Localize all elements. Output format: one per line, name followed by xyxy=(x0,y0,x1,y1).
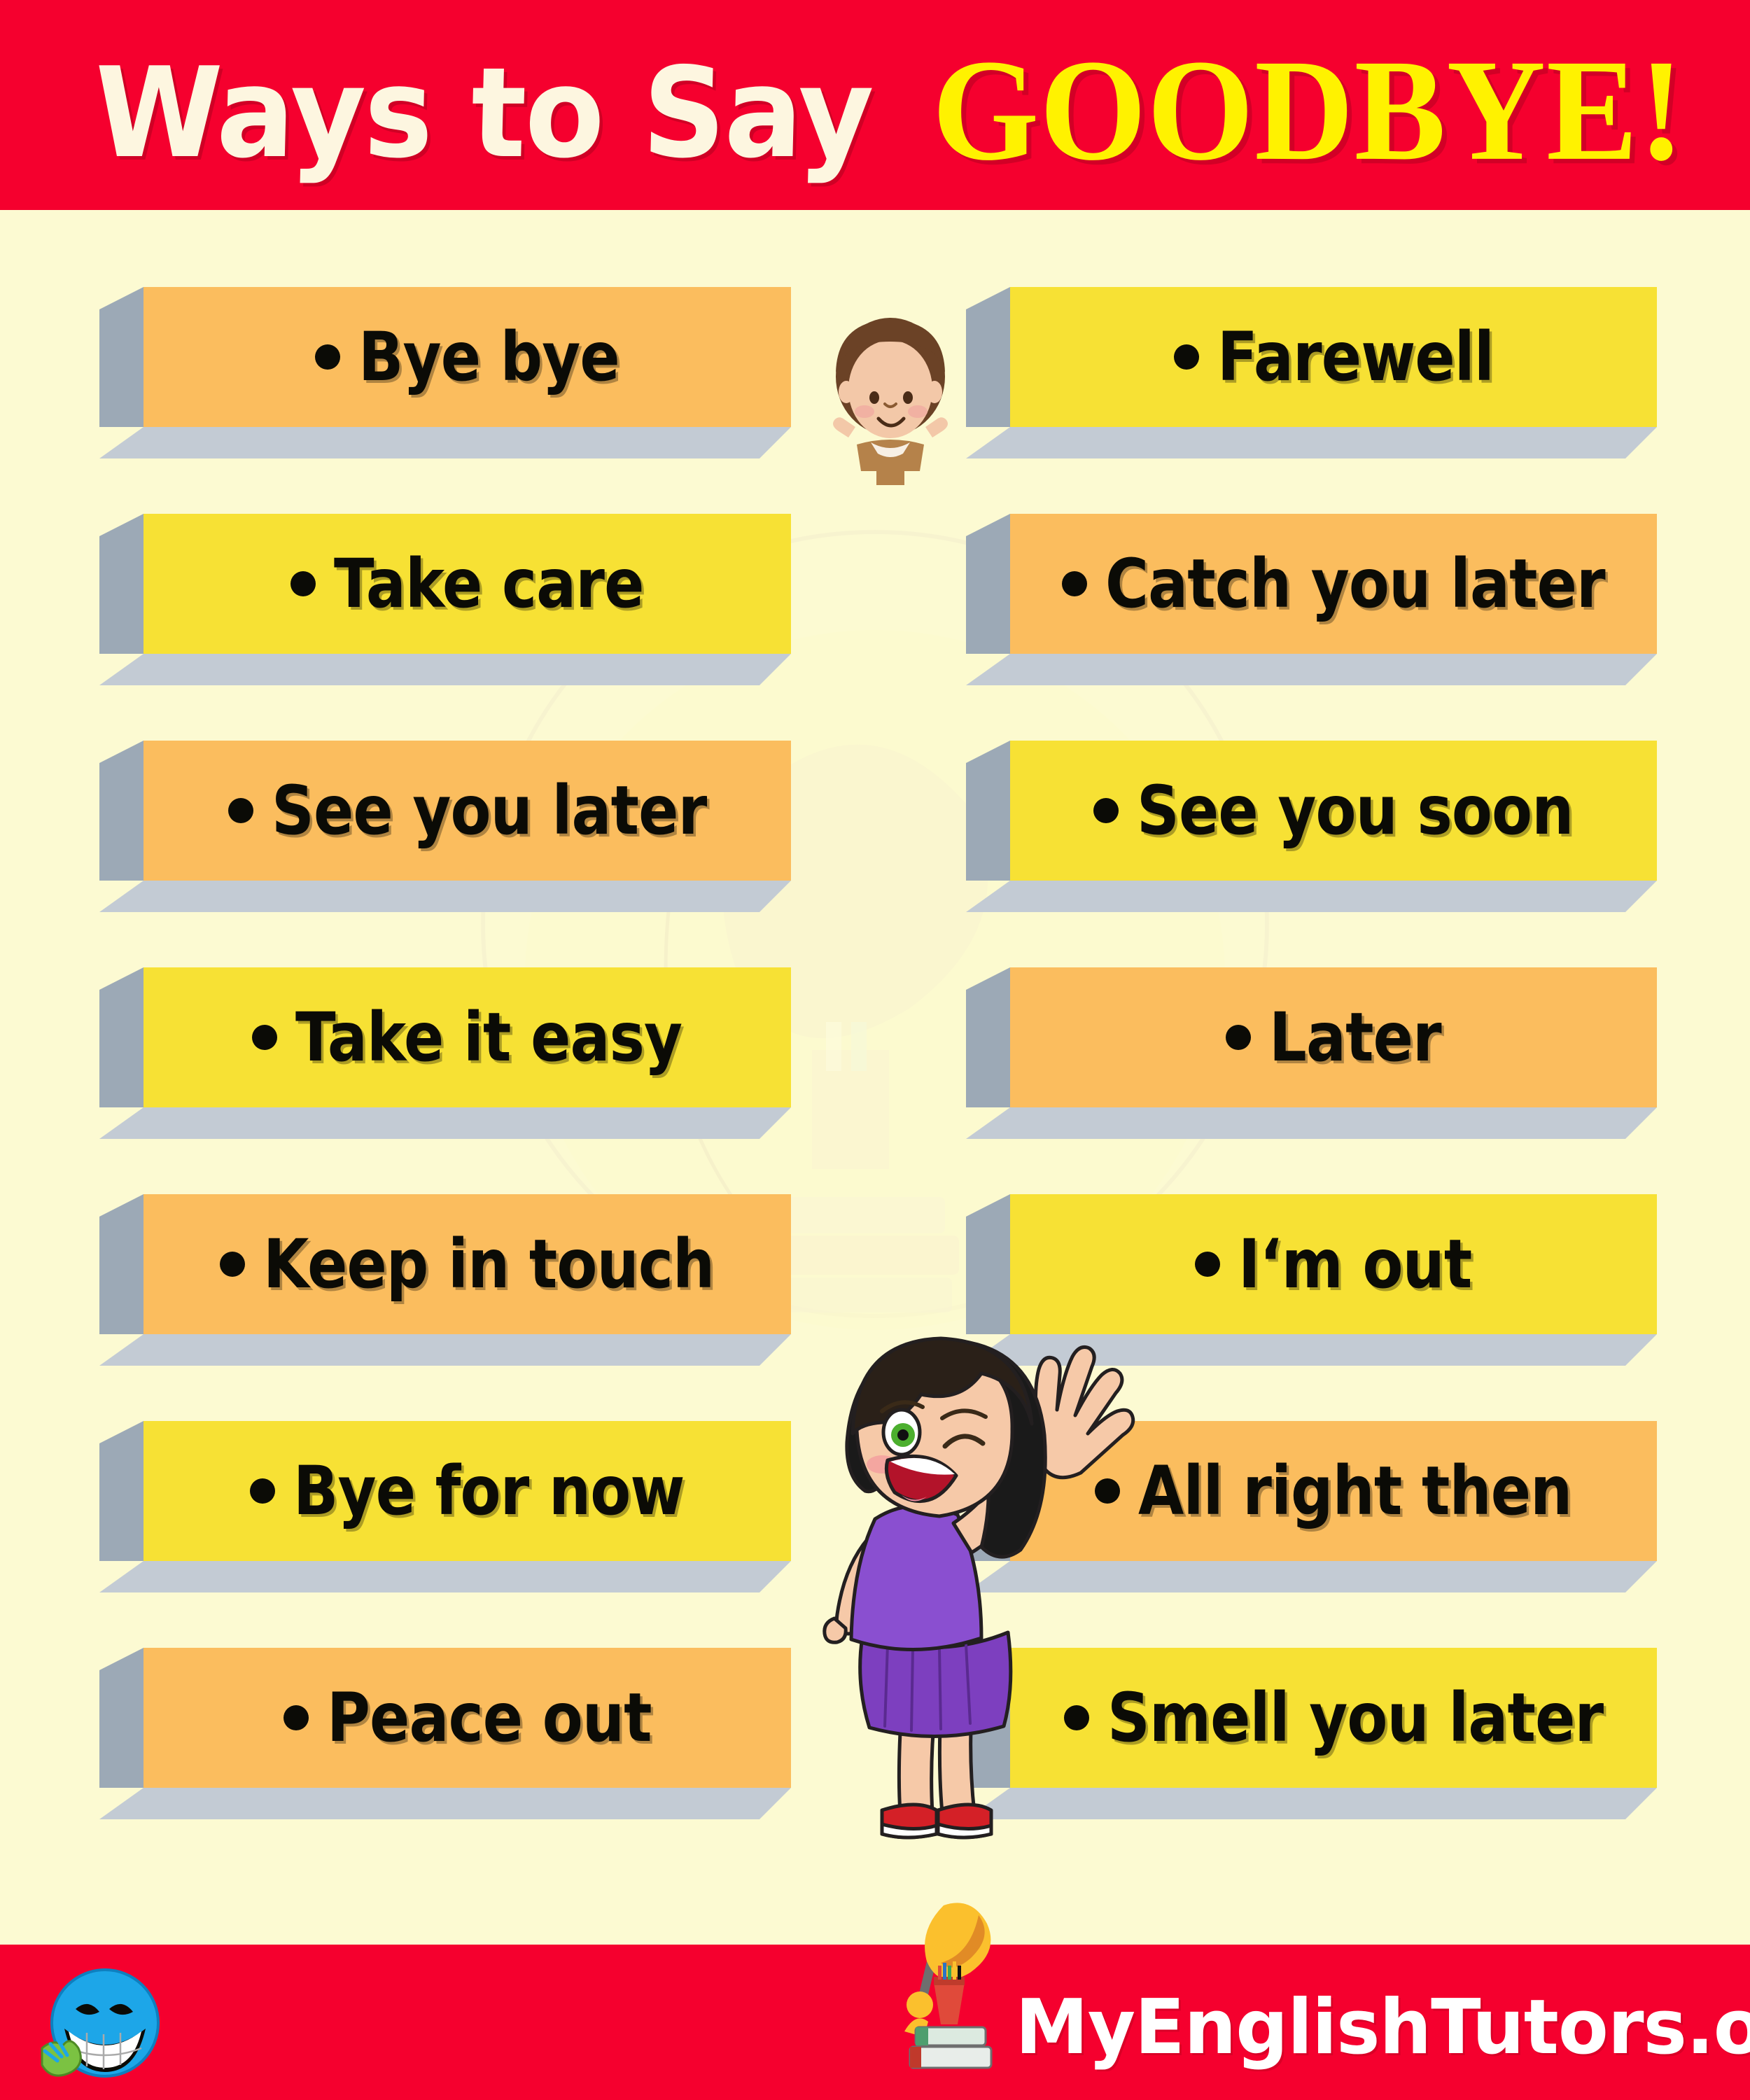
box-face: Peace out xyxy=(144,1648,791,1788)
bullet-icon xyxy=(250,1478,276,1504)
box-bottom-shadow xyxy=(99,1561,791,1592)
phrase-box-left-3[interactable]: See you later xyxy=(99,741,791,912)
phrase-box-left-2[interactable]: Take care xyxy=(99,514,791,685)
phrase-label: Peace out xyxy=(326,1679,652,1757)
box-face: Bye bye xyxy=(144,287,791,427)
phrase-box-left-6[interactable]: Bye for now xyxy=(99,1421,791,1592)
phrase-row: See you later xyxy=(144,777,766,844)
phrase-row: See you soon xyxy=(1010,777,1633,844)
page-title-prefix: Ways to Say xyxy=(92,41,874,186)
box-face: Bye for now xyxy=(144,1421,791,1561)
bullet-icon xyxy=(1062,571,1088,596)
box-face: Catch you later xyxy=(1010,514,1657,654)
box-bottom-shadow xyxy=(99,1107,791,1139)
phrase-label: Take care xyxy=(334,545,644,623)
box-face: Keep in touch xyxy=(144,1194,791,1334)
phrase-label: Keep in touch xyxy=(263,1225,715,1303)
bullet-icon xyxy=(1173,344,1199,370)
bullet-icon xyxy=(315,344,341,370)
box-bottom-shadow xyxy=(966,1107,1657,1139)
footer-banner: MyEnglishTutors.org xyxy=(0,1903,1750,2100)
phrase-row: Farewell xyxy=(1010,323,1531,391)
box-face: Farewell xyxy=(1010,287,1657,427)
phrase-box-left-4[interactable]: Take it easy xyxy=(99,967,791,1139)
phrase-box-right-1[interactable]: Farewell xyxy=(966,287,1657,458)
box-side-shadow xyxy=(966,514,1010,654)
phrase-label: Farewell xyxy=(1217,318,1494,396)
box-bottom-shadow xyxy=(99,427,791,458)
box-side-shadow xyxy=(966,741,1010,881)
box-side-shadow xyxy=(99,1648,144,1788)
phrase-label: Take it easy xyxy=(295,998,682,1077)
box-bottom-shadow xyxy=(99,1788,791,1819)
bullet-icon xyxy=(1195,1252,1221,1277)
phrase-row: Catch you later xyxy=(1010,550,1673,617)
box-bottom-shadow xyxy=(966,881,1657,912)
bullet-icon xyxy=(252,1025,278,1050)
phrase-box-left-5[interactable]: Keep in touch xyxy=(99,1194,791,1366)
phrase-box-right-3[interactable]: See you soon xyxy=(966,741,1657,912)
blue-smiley-waving-icon xyxy=(41,1968,160,2078)
bullet-icon xyxy=(1093,798,1119,823)
phrase-label: All right then xyxy=(1138,1452,1572,1530)
phrase-row: Later xyxy=(1010,1004,1464,1071)
phrase-row: I‘m out xyxy=(1010,1231,1504,1298)
box-face: I‘m out xyxy=(1010,1194,1657,1334)
phrase-label: Smell you later xyxy=(1107,1679,1604,1757)
bullet-icon xyxy=(1226,1025,1252,1050)
box-face: Take care xyxy=(144,514,791,654)
box-face: Take it easy xyxy=(144,967,791,1107)
phrase-label: Later xyxy=(1269,998,1442,1077)
box-side-shadow xyxy=(99,1194,144,1334)
phrase-box-right-5[interactable]: I‘m out xyxy=(966,1194,1657,1366)
box-face: See you later xyxy=(144,741,791,881)
box-bottom-shadow xyxy=(966,654,1657,685)
header-banner: Ways to Say GOODBYE! xyxy=(0,0,1750,210)
phrase-row: Take care xyxy=(144,550,686,617)
box-side-shadow xyxy=(99,967,144,1107)
box-face: Later xyxy=(1010,967,1657,1107)
box-side-shadow xyxy=(99,514,144,654)
box-side-shadow xyxy=(99,741,144,881)
phrase-row: Keep in touch xyxy=(144,1231,776,1298)
desk-lamp-books-icon xyxy=(904,1903,993,2069)
box-side-shadow xyxy=(966,967,1010,1107)
box-bottom-shadow xyxy=(99,1334,791,1366)
box-side-shadow xyxy=(99,287,144,427)
phrase-label: See you soon xyxy=(1137,771,1574,850)
phrase-box-right-2[interactable]: Catch you later xyxy=(966,514,1657,685)
box-bottom-shadow xyxy=(99,654,791,685)
girl-waving-illustration xyxy=(822,1336,1135,1840)
phrase-row: Bye bye xyxy=(144,323,655,391)
phrase-label: Catch you later xyxy=(1105,545,1606,623)
phrase-row: Take it easy xyxy=(144,1004,735,1071)
box-bottom-shadow xyxy=(99,881,791,912)
phrase-box-left-7[interactable]: Peace out xyxy=(99,1648,791,1819)
boy-waving-illustration xyxy=(833,318,948,485)
phrase-box-left-1[interactable]: Bye bye xyxy=(99,287,791,458)
phrase-row: Bye for now xyxy=(144,1457,738,1525)
phrase-label: I‘m out xyxy=(1238,1225,1472,1303)
box-side-shadow xyxy=(966,1194,1010,1334)
phrase-label: See you later xyxy=(271,771,707,850)
box-bottom-shadow xyxy=(966,427,1657,458)
box-side-shadow xyxy=(99,1421,144,1561)
page-title-keyword: GOODBYE! xyxy=(932,29,1685,191)
bullet-icon xyxy=(290,571,316,596)
bullet-icon xyxy=(283,1705,309,1730)
bullet-icon xyxy=(227,798,253,823)
phrase-label: Bye for now xyxy=(293,1452,685,1530)
phrase-box-right-4[interactable]: Later xyxy=(966,967,1657,1139)
phrase-row: Peace out xyxy=(144,1684,696,1751)
website-name[interactable]: MyEnglishTutors.org xyxy=(1015,1984,1750,2071)
phrase-label: Bye bye xyxy=(358,318,620,396)
bullet-icon xyxy=(220,1252,246,1277)
box-face: See you soon xyxy=(1010,741,1657,881)
